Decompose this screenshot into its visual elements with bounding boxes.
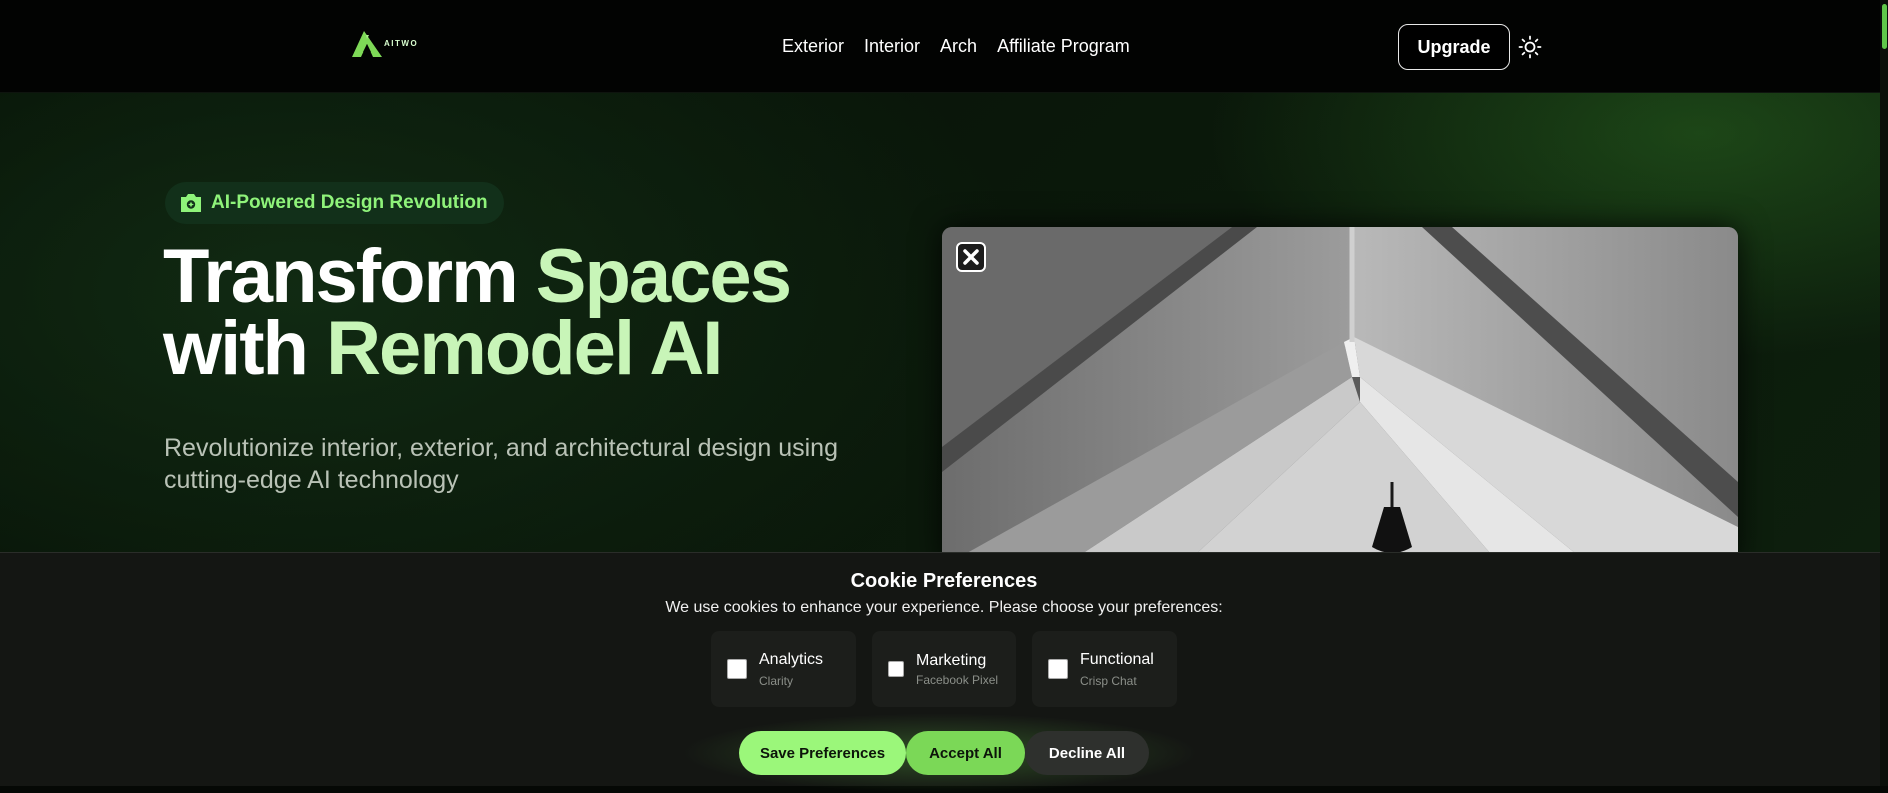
save-preferences-button[interactable]: Save Preferences — [739, 731, 906, 775]
cookie-description: We use cookies to enhance your experienc… — [665, 599, 1223, 616]
nav-interior[interactable]: Interior — [864, 36, 920, 57]
hero-badge-label: AI-Powered Design Revolution — [211, 192, 488, 213]
functional-label: Functional — [1080, 651, 1154, 668]
nav-affiliate-program[interactable]: Affiliate Program — [997, 36, 1130, 57]
ceiling-photo — [942, 227, 1738, 553]
scrollbar-thumb[interactable] — [1882, 4, 1887, 49]
functional-provider: Crisp Chat — [1080, 674, 1137, 688]
scrollbar-track[interactable] — [1880, 0, 1888, 786]
top-navigation-bar: AITWO Exterior Interior Arch Affiliate P… — [0, 0, 1888, 93]
hero-subtitle: Revolutionize interior, exterior, and ar… — [164, 432, 864, 496]
headline-word-remodel-ai: Remodel AI — [326, 306, 723, 391]
nav-arch[interactable]: Arch — [940, 36, 977, 57]
cookie-option-analytics[interactable]: Analytics Clarity — [711, 631, 856, 707]
analytics-provider: Clarity — [759, 674, 794, 688]
hero-subtitle-line2: cutting-edge AI technology — [164, 466, 459, 494]
logo-text: AITWO — [384, 39, 419, 48]
marketing-provider: Facebook Pixel — [916, 673, 999, 687]
close-icon — [963, 249, 979, 265]
cookie-option-marketing[interactable]: Marketing Facebook Pixel — [872, 631, 1016, 707]
hero-subtitle-line1: Revolutionize interior, exterior, and ar… — [164, 434, 838, 462]
magic-image-icon — [181, 194, 201, 212]
decline-all-button[interactable]: Decline All — [1025, 731, 1149, 775]
hero-section: AI-Powered Design Revolution Transform S… — [0, 93, 1880, 553]
accept-all-button[interactable]: Accept All — [906, 731, 1025, 775]
upgrade-button[interactable]: Upgrade — [1398, 24, 1510, 70]
marketing-label: Marketing — [916, 652, 987, 669]
analytics-label: Analytics — [759, 651, 824, 668]
cookie-preferences-panel: Cookie Preferences We use cookies to enh… — [0, 552, 1880, 793]
theme-toggle-button[interactable] — [1516, 33, 1544, 61]
analytics-checkbox[interactable] — [727, 659, 747, 679]
cookie-option-functional[interactable]: Functional Crisp Chat — [1032, 631, 1177, 707]
hero-media-preview[interactable] — [942, 227, 1738, 553]
sun-icon — [1518, 35, 1542, 59]
main-nav: Exterior Interior Arch Affiliate Program — [782, 36, 1130, 57]
cookie-title: Cookie Preferences — [850, 570, 1038, 592]
nav-exterior[interactable]: Exterior — [782, 36, 844, 57]
marketing-checkbox[interactable] — [888, 661, 904, 677]
logo-icon — [352, 31, 382, 57]
logo[interactable]: AITWO — [352, 30, 418, 58]
media-close-button[interactable] — [956, 242, 986, 272]
hero-badge: AI-Powered Design Revolution — [165, 182, 504, 224]
hero-headline: Transform Spaces with Remodel AI — [163, 239, 792, 387]
functional-checkbox[interactable] — [1048, 659, 1068, 679]
headline-word-with: with — [163, 306, 309, 391]
